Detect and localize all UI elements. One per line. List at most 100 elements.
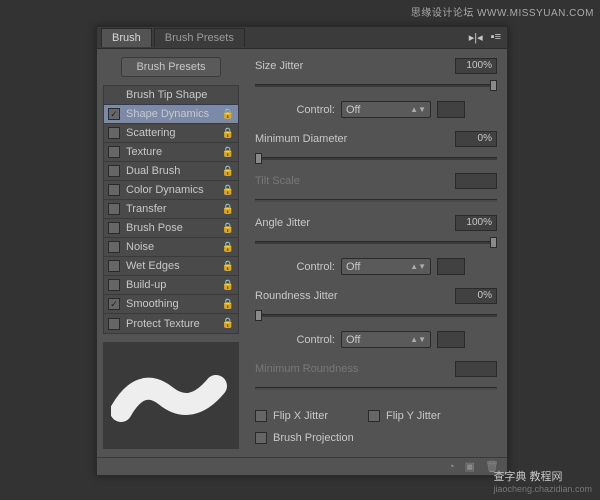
size-control-select[interactable]: Off▲▼ bbox=[341, 101, 431, 118]
angle-control-row: Control: Off▲▼ bbox=[255, 258, 497, 275]
tilt-scale-row: Tilt Scale bbox=[255, 172, 497, 190]
tilt-scale-label: Tilt Scale bbox=[255, 175, 455, 187]
min-diameter-label: Minimum Diameter bbox=[255, 133, 455, 145]
option-dual-brush[interactable]: Dual Brush 🔒 bbox=[104, 162, 238, 181]
option-label: Scattering bbox=[126, 127, 176, 139]
option-color-dynamics[interactable]: Color Dynamics 🔒 bbox=[104, 181, 238, 200]
angle-jitter-slider[interactable] bbox=[255, 236, 497, 248]
option-brush-pose[interactable]: Brush Pose 🔒 bbox=[104, 219, 238, 238]
left-column: Brush Presets Brush Tip Shape ✓ Shape Dyna… bbox=[97, 49, 245, 457]
lock-icon[interactable]: 🔒 bbox=[222, 204, 234, 215]
flip-x-checkbox[interactable]: Flip X Jitter bbox=[255, 410, 328, 422]
option-transfer[interactable]: Transfer 🔒 bbox=[104, 200, 238, 219]
checkbox-icon[interactable] bbox=[108, 222, 120, 234]
watermark-top: 思缘设计论坛 WWW.MISSYUAN.COM bbox=[411, 4, 594, 19]
control-label: Control: bbox=[255, 104, 335, 116]
watermark-bottom: 查字典 教程网 jiaocheng.chazidian.com bbox=[493, 467, 592, 494]
size-jitter-row: Size Jitter 100% bbox=[255, 57, 497, 75]
angle-jitter-value[interactable]: 100% bbox=[455, 215, 497, 231]
option-noise[interactable]: Noise 🔒 bbox=[104, 238, 238, 257]
option-label: Brush Pose bbox=[126, 222, 183, 234]
right-column: Size Jitter 100% Control: Off▲▼ Minimum … bbox=[245, 49, 507, 457]
min-roundness-label: Minimum Roundness bbox=[255, 363, 455, 375]
checkbox-icon[interactable] bbox=[108, 127, 120, 139]
lock-icon[interactable]: 🔒 bbox=[222, 223, 234, 234]
lock-icon[interactable]: 🔒 bbox=[222, 280, 234, 291]
option-label: Shape Dynamics bbox=[126, 108, 209, 120]
lock-icon[interactable]: 🔒 bbox=[222, 147, 234, 158]
option-label: Noise bbox=[126, 241, 154, 253]
toggle-icon[interactable]: ▸|◂ bbox=[469, 31, 483, 44]
tab-brush[interactable]: Brush bbox=[101, 28, 152, 47]
lock-icon[interactable]: 🔒 bbox=[222, 299, 234, 310]
option-label: Color Dynamics bbox=[126, 184, 204, 196]
panel-tabs: Brush Brush Presets ▸|◂ ▪≡ bbox=[97, 27, 507, 49]
angle-control-select[interactable]: Off▲▼ bbox=[341, 258, 431, 275]
brush-panel: Brush Brush Presets ▸|◂ ▪≡ Brush Presets… bbox=[96, 26, 508, 476]
size-jitter-value[interactable]: 100% bbox=[455, 58, 497, 74]
option-wet-edges[interactable]: Wet Edges 🔒 bbox=[104, 257, 238, 276]
checkbox-icon[interactable] bbox=[108, 165, 120, 177]
option-label: Smoothing bbox=[126, 298, 179, 310]
checkbox-icon[interactable] bbox=[108, 184, 120, 196]
option-label: Transfer bbox=[126, 203, 167, 215]
option-label: Dual Brush bbox=[126, 165, 180, 177]
option-protect-texture[interactable]: Protect Texture 🔒 bbox=[104, 314, 238, 333]
checkbox-icon[interactable] bbox=[108, 241, 120, 253]
min-diameter-slider[interactable] bbox=[255, 152, 497, 164]
brush-preview bbox=[103, 342, 239, 449]
min-roundness-value bbox=[455, 361, 497, 377]
new-preset-icon[interactable]: ▣ bbox=[465, 460, 475, 473]
option-build-up[interactable]: Build-up 🔒 bbox=[104, 276, 238, 295]
checkbox-icon[interactable] bbox=[108, 260, 120, 272]
min-roundness-slider bbox=[255, 382, 497, 394]
panel-footer: ◔ ▣ 🗑 bbox=[97, 457, 507, 475]
checkbox-icon[interactable] bbox=[108, 203, 120, 215]
option-shape-dynamics[interactable]: ✓ Shape Dynamics 🔒 bbox=[104, 105, 238, 124]
option-brush-tip-shape[interactable]: Brush Tip Shape bbox=[104, 86, 238, 105]
option-label: Build-up bbox=[126, 279, 166, 291]
lock-icon[interactable]: 🔒 bbox=[222, 128, 234, 139]
lock-icon[interactable]: 🔒 bbox=[222, 242, 234, 253]
toggle-preview-icon[interactable]: ◔ bbox=[448, 461, 455, 473]
roundness-jitter-value[interactable]: 0% bbox=[455, 288, 497, 304]
brush-presets-button[interactable]: Brush Presets bbox=[121, 57, 220, 77]
roundness-control-row: Control: Off▲▼ bbox=[255, 331, 497, 348]
min-diameter-value[interactable]: 0% bbox=[455, 131, 497, 147]
roundness-control-select[interactable]: Off▲▼ bbox=[341, 331, 431, 348]
checkbox-icon[interactable] bbox=[108, 279, 120, 291]
roundness-jitter-row: Roundness Jitter 0% bbox=[255, 287, 497, 305]
lock-icon[interactable]: 🔒 bbox=[222, 166, 234, 177]
min-roundness-row: Minimum Roundness bbox=[255, 360, 497, 378]
checkbox-icon[interactable]: ✓ bbox=[108, 298, 120, 310]
lock-icon[interactable]: 🔒 bbox=[222, 109, 234, 120]
option-label: Brush Tip Shape bbox=[126, 89, 207, 101]
brush-projection-checkbox[interactable]: Brush Projection bbox=[255, 432, 497, 444]
checkbox-icon[interactable] bbox=[108, 318, 120, 330]
option-label: Protect Texture bbox=[126, 318, 200, 330]
brush-options-list: Brush Tip Shape✓Shape Dynamics🔒Scatterin… bbox=[103, 85, 239, 334]
tab-brush-presets[interactable]: Brush Presets bbox=[154, 28, 245, 47]
flip-y-checkbox[interactable]: Flip Y Jitter bbox=[368, 410, 441, 422]
lock-icon[interactable]: 🔒 bbox=[222, 185, 234, 196]
option-scattering[interactable]: Scattering 🔒 bbox=[104, 124, 238, 143]
option-label: Wet Edges bbox=[126, 260, 180, 272]
checkbox-icon[interactable]: ✓ bbox=[108, 108, 120, 120]
option-texture[interactable]: Texture 🔒 bbox=[104, 143, 238, 162]
tilt-scale-value bbox=[455, 173, 497, 189]
roundness-jitter-label: Roundness Jitter bbox=[255, 290, 455, 302]
tilt-scale-slider bbox=[255, 194, 497, 206]
size-control-row: Control: Off▲▼ bbox=[255, 101, 497, 118]
lock-icon[interactable]: 🔒 bbox=[222, 318, 234, 329]
lock-icon[interactable]: 🔒 bbox=[222, 261, 234, 272]
roundness-jitter-slider[interactable] bbox=[255, 309, 497, 321]
size-jitter-slider[interactable] bbox=[255, 79, 497, 91]
min-diameter-row: Minimum Diameter 0% bbox=[255, 130, 497, 148]
size-jitter-label: Size Jitter bbox=[255, 60, 455, 72]
menu-icon[interactable]: ▪≡ bbox=[491, 31, 501, 44]
checkbox-icon[interactable] bbox=[108, 146, 120, 158]
angle-jitter-row: Angle Jitter 100% bbox=[255, 214, 497, 232]
option-smoothing[interactable]: ✓ Smoothing 🔒 bbox=[104, 295, 238, 314]
size-control-box bbox=[437, 101, 465, 118]
option-label: Texture bbox=[126, 146, 162, 158]
